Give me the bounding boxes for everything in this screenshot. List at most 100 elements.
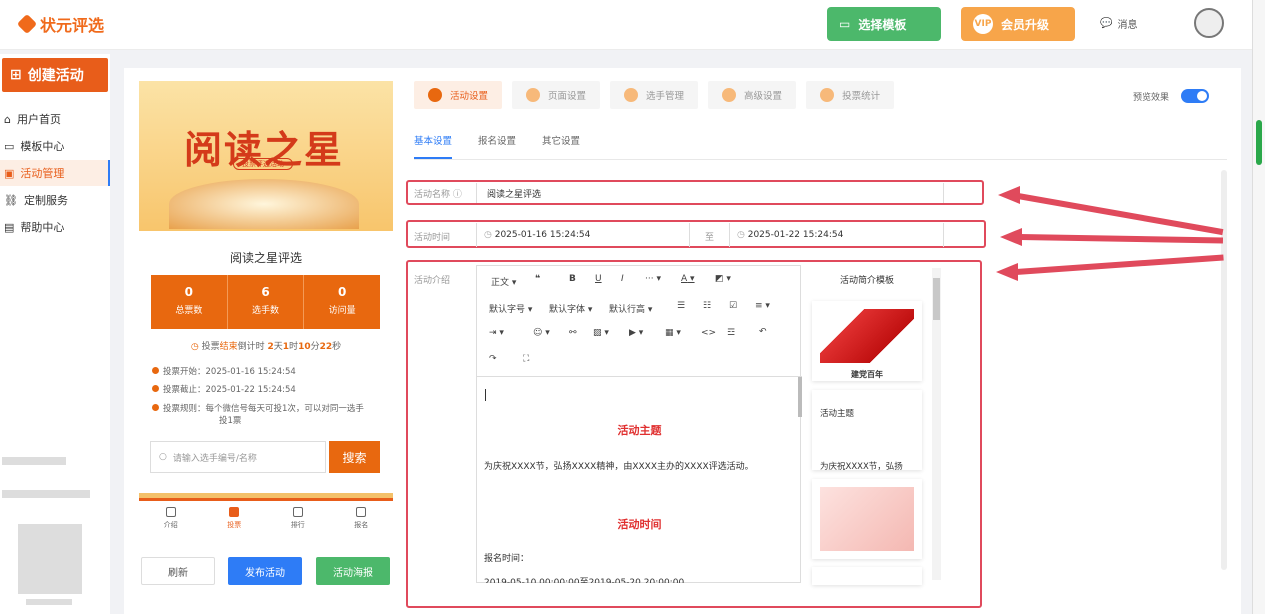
template-card[interactable] <box>812 479 922 559</box>
logo[interactable]: 状元评选 <box>16 12 104 36</box>
font-color-icon[interactable]: A ▾ <box>681 274 695 284</box>
underline-icon[interactable]: U <box>595 274 602 284</box>
code-icon[interactable]: <> <box>701 328 716 338</box>
preview-toggle[interactable] <box>1181 89 1210 103</box>
editor-scroll-thumb[interactable] <box>798 377 802 417</box>
align-icon[interactable]: ≡ ▾ <box>755 301 770 311</box>
publish-button[interactable]: 发布活动 <box>228 557 302 585</box>
countdown: ◷ 投票结束倒计时 2天1时10分22秒 <box>190 342 342 352</box>
messages-label: 消息 <box>1117 20 1138 31</box>
end-time-input[interactable]: ◷ 2025-01-22 15:24:54 <box>729 223 944 247</box>
nav-vote[interactable]: 投票 <box>203 501 267 538</box>
activity-name-input[interactable]: 阅读之星评选 <box>476 183 944 203</box>
subtab-signup[interactable]: 报名设置 <box>478 133 516 159</box>
people-icon <box>624 88 639 102</box>
font-size-select[interactable]: 默认字号 ▾ <box>489 302 532 315</box>
bold-icon[interactable]: B <box>569 274 576 284</box>
arrow-head <box>1000 228 1022 246</box>
link-icon[interactable]: ⚯ <box>569 328 577 338</box>
avatar[interactable] <box>1194 8 1224 38</box>
font-family-select[interactable]: 默认字体 ▾ <box>549 302 592 315</box>
blurred-contact <box>2 490 90 498</box>
vote-rule-info: 投票规则：每个微信号每天可投1次，可以对同一选手 投1票 <box>152 402 382 426</box>
clock-icon: ◷ <box>484 230 492 240</box>
template-scroll-thumb[interactable] <box>933 278 940 320</box>
to-label: 至 <box>705 233 715 243</box>
rich-text-editor: 正文 ▾ ❝ B U I ··· ▾ A ▾ ◩ ▾ 默认字号 ▾ 默认字体 ▾… <box>476 265 802 583</box>
search-icon: ○ <box>159 452 167 462</box>
sidebar-item-label: 活动管理 <box>20 167 65 180</box>
choose-template-button[interactable]: ▭ 选择模板 <box>827 7 941 41</box>
banner-tag: 投票评选活动 <box>233 158 293 170</box>
create-activity-button[interactable]: ⊞ 创建活动 <box>2 58 108 92</box>
paragraph-style-select[interactable]: 正文 ▾ <box>491 275 516 288</box>
subtab-basic[interactable]: 基本设置 <box>414 133 453 159</box>
template-card[interactable]: 建党百年 <box>812 301 922 381</box>
upgrade-label: 会员升级 <box>1001 17 1050 32</box>
todo-icon[interactable]: ☑ <box>729 301 737 311</box>
emoji-icon[interactable]: ☺ ▾ <box>533 328 550 338</box>
tab-activity-settings[interactable]: 活动设置 <box>414 81 503 109</box>
link-icon: ⛓ <box>4 193 18 207</box>
bullet-list-icon[interactable]: ☰ <box>677 301 685 311</box>
undo-icon[interactable]: ↶ <box>759 327 767 337</box>
help-icon: ⓘ <box>452 190 462 200</box>
nav-intro[interactable]: 介绍 <box>139 501 203 538</box>
book-illustration <box>169 179 359 229</box>
table-icon[interactable]: ▦ ▾ <box>665 328 681 338</box>
indent-icon[interactable]: ⇥ ▾ <box>489 328 504 338</box>
sidebar-item-activity-management[interactable]: ▣ 活动管理 <box>0 160 110 186</box>
sidebar-item-home[interactable]: ⌂ 用户首页 <box>0 106 110 132</box>
poster-button[interactable]: 活动海报 <box>316 557 390 585</box>
italic-icon[interactable]: I <box>621 274 624 284</box>
settings-tabs: 活动设置 页面设置 选手管理 高级设置 投票统计 <box>414 81 895 109</box>
preview-toggle-row: 预览效果 <box>1133 89 1210 103</box>
more-icon[interactable]: ··· ▾ <box>645 274 661 284</box>
sidebar: ⊞ 创建活动 ⌂ 用户首页 ▭ 模板中心 ▣ 活动管理 ⛓ 定制服务 ▤ 帮助中心 <box>0 54 110 614</box>
video-icon[interactable]: ▶ ▾ <box>629 328 643 338</box>
redo-icon[interactable]: ↷ <box>489 354 497 364</box>
logo-icon <box>16 13 38 35</box>
content-paragraph: 2019-05-10 00:00:00至2019-05-20 20:00:00 <box>484 578 685 583</box>
subtab-other[interactable]: 其它设置 <box>542 133 580 159</box>
upgrade-button[interactable]: VIP 会员升级 <box>961 7 1075 41</box>
sidebar-item-label: 定制服务 <box>23 194 68 207</box>
divider-icon[interactable]: ☲ <box>727 328 735 338</box>
editor-content[interactable]: 活动主题 为庆祝XXXX节，弘扬XXXX精神，由XXXX主办的XXXX评选活动。… <box>477 376 802 583</box>
start-time-input[interactable]: ◷ 2025-01-16 15:24:54 <box>476 223 690 247</box>
fullscreen-icon[interactable]: ⛶ <box>523 354 529 364</box>
template-card[interactable] <box>812 567 922 585</box>
search-button[interactable]: 搜索 <box>329 441 380 473</box>
messages-link[interactable]: 💬 消息 <box>1100 16 1137 31</box>
preview-toggle-label: 预览效果 <box>1133 92 1170 103</box>
line-height-select[interactable]: 默认行高 ▾ <box>609 302 652 315</box>
activity-time-label: 活动时间 <box>414 233 451 243</box>
tab-page-settings[interactable]: 页面设置 <box>512 81 601 109</box>
arrow-head <box>996 263 1018 281</box>
blurred-contact <box>2 457 66 465</box>
quote-icon[interactable]: ❝ <box>535 274 540 284</box>
home-icon: ⌂ <box>4 112 11 126</box>
tab-vote-stats[interactable]: 投票统计 <box>806 81 895 109</box>
sidebar-item-help[interactable]: ▤ 帮助中心 <box>0 214 110 240</box>
numbered-list-icon[interactable]: ☷ <box>703 301 711 311</box>
sidebar-item-label: 模板中心 <box>20 140 65 153</box>
image-icon[interactable]: ▨ ▾ <box>593 328 609 338</box>
choose-template-label: 选择模板 <box>858 17 907 32</box>
template-scrollbar[interactable] <box>932 268 941 580</box>
scroll-thumb[interactable] <box>1256 120 1262 165</box>
nav-rank[interactable]: 排行 <box>266 501 330 538</box>
page-scrollbar[interactable] <box>1252 0 1265 614</box>
sidebar-item-custom-service[interactable]: ⛓ 定制服务 <box>0 187 110 213</box>
refresh-button[interactable]: 刷新 <box>141 557 215 585</box>
tab-advanced-settings[interactable]: 高级设置 <box>708 81 797 109</box>
tab-contestant-management[interactable]: 选手管理 <box>610 81 699 109</box>
contestant-search-input[interactable]: ○ 请输入选手编号/名称 <box>150 441 326 473</box>
preview-banner: 阅读之星 投票评选活动 <box>139 81 393 231</box>
template-panel-title: 活动简介模板 <box>839 276 894 286</box>
template-card[interactable]: 活动主题 为庆祝XXXX节，弘扬 <box>812 390 922 470</box>
bg-color-icon[interactable]: ◩ ▾ <box>715 274 731 284</box>
nav-signup[interactable]: 报名 <box>330 501 394 538</box>
sidebar-item-templates[interactable]: ▭ 模板中心 <box>0 133 110 159</box>
stat-total-votes: 0 总票数 <box>151 275 228 329</box>
